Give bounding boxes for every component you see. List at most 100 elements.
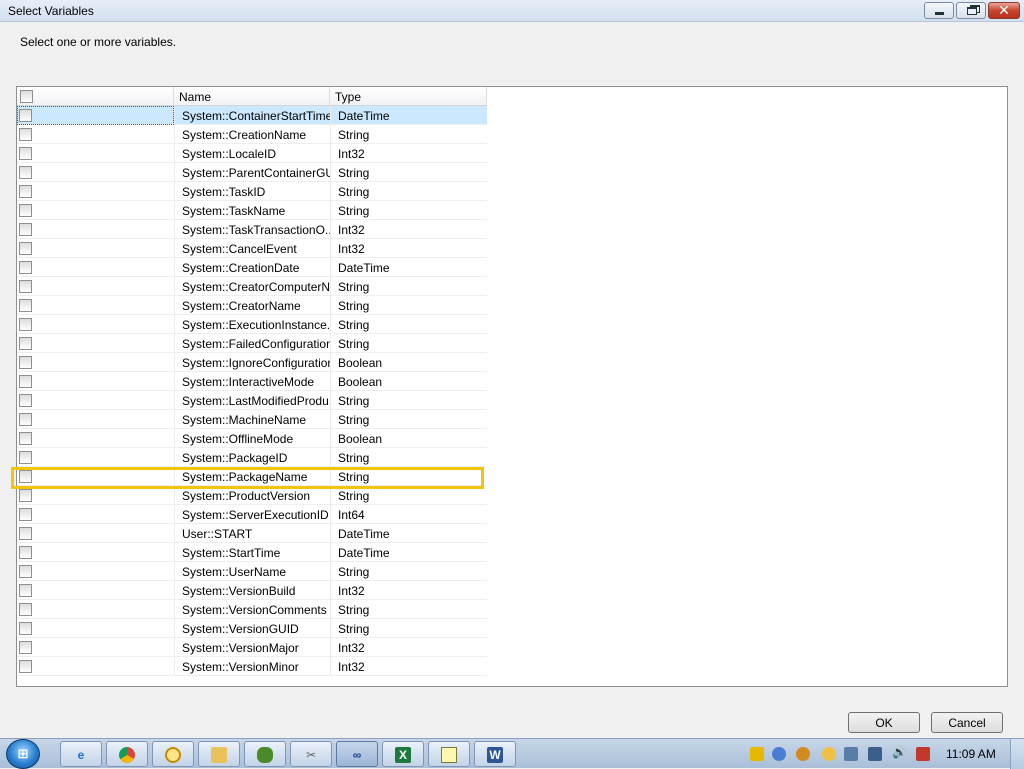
table-row[interactable]: System::ContainerStartTime DateTime bbox=[17, 106, 487, 125]
start-button[interactable]: ⊞ bbox=[6, 739, 40, 769]
row-checkbox[interactable] bbox=[19, 166, 32, 179]
row-checkbox[interactable] bbox=[19, 413, 32, 426]
table-row[interactable]: System::VersionComments String bbox=[17, 600, 487, 619]
variable-name: System::ProductVersion bbox=[174, 486, 330, 505]
header-select-all[interactable] bbox=[17, 87, 174, 106]
table-row[interactable]: System::IgnoreConfiguration... Boolean bbox=[17, 353, 487, 372]
taskbar-button-frog-app[interactable] bbox=[244, 741, 286, 767]
table-row[interactable]: System::VersionMinor Int32 bbox=[17, 657, 487, 676]
table-row[interactable]: System::OfflineMode Boolean bbox=[17, 429, 487, 448]
select-all-checkbox[interactable] bbox=[20, 90, 33, 103]
table-row[interactable]: System::TaskTransactionO... Int32 bbox=[17, 220, 487, 239]
row-checkbox[interactable] bbox=[19, 128, 32, 141]
row-checkbox[interactable] bbox=[19, 508, 32, 521]
taskbar-clock[interactable]: 11:09 AM bbox=[946, 747, 996, 761]
column-header-name[interactable]: Name bbox=[174, 87, 330, 106]
sync-icon[interactable] bbox=[772, 747, 786, 761]
table-row[interactable]: System::PackageName String bbox=[17, 467, 487, 486]
cancel-button[interactable]: Cancel bbox=[931, 712, 1003, 733]
row-checkbox[interactable] bbox=[19, 641, 32, 654]
variable-type: String bbox=[330, 562, 487, 581]
row-checkbox[interactable] bbox=[19, 375, 32, 388]
row-checkbox[interactable] bbox=[19, 109, 32, 122]
taskbar-button-tools[interactable]: ✂ bbox=[290, 741, 332, 767]
taskbar-button-visual-studio[interactable]: ∞ bbox=[336, 741, 378, 767]
taskbar-button-word[interactable]: W bbox=[474, 741, 516, 767]
taskbar-button-clock-app[interactable] bbox=[152, 741, 194, 767]
table-row[interactable]: System::UserName String bbox=[17, 562, 487, 581]
audio-manager-icon[interactable] bbox=[796, 747, 810, 761]
row-checkbox[interactable] bbox=[19, 204, 32, 217]
row-checkbox[interactable] bbox=[19, 185, 32, 198]
table-row[interactable]: System::ParentContainerGU... String bbox=[17, 163, 487, 182]
variable-name: System::CreationName bbox=[174, 125, 330, 144]
table-row[interactable]: System::StartTime DateTime bbox=[17, 543, 487, 562]
table-row[interactable]: System::CancelEvent Int32 bbox=[17, 239, 487, 258]
list-rows: System::ContainerStartTime DateTime System… bbox=[17, 106, 487, 676]
variable-name: System::TaskID bbox=[174, 182, 330, 201]
table-row[interactable]: System::ServerExecutionID Int64 bbox=[17, 505, 487, 524]
table-row[interactable]: System::ExecutionInstance... String bbox=[17, 315, 487, 334]
table-row[interactable]: System::LastModifiedProdu... String bbox=[17, 391, 487, 410]
table-row[interactable]: System::CreatorName String bbox=[17, 296, 487, 315]
table-row[interactable]: System::PackageID String bbox=[17, 448, 487, 467]
security-shield-icon[interactable] bbox=[750, 747, 764, 761]
row-checkbox[interactable] bbox=[19, 584, 32, 597]
network-icon[interactable] bbox=[868, 747, 882, 761]
row-checkbox[interactable] bbox=[19, 432, 32, 445]
table-row[interactable]: System::MachineName String bbox=[17, 410, 487, 429]
row-checkbox[interactable] bbox=[19, 147, 32, 160]
column-header-type[interactable]: Type bbox=[330, 87, 487, 106]
row-checkbox[interactable] bbox=[19, 489, 32, 502]
show-desktop-button[interactable] bbox=[1010, 739, 1024, 769]
row-checkbox[interactable] bbox=[19, 546, 32, 559]
minimize-button[interactable] bbox=[924, 2, 954, 19]
table-row[interactable]: System::CreatorComputerN... String bbox=[17, 277, 487, 296]
taskbar-button-excel[interactable]: X bbox=[382, 741, 424, 767]
row-checkbox[interactable] bbox=[19, 356, 32, 369]
table-row[interactable]: System::InteractiveMode Boolean bbox=[17, 372, 487, 391]
variable-type: String bbox=[330, 334, 487, 353]
row-checkbox[interactable] bbox=[19, 337, 32, 350]
clock-tray-icon[interactable] bbox=[822, 747, 836, 761]
table-row[interactable]: System::CreationName String bbox=[17, 125, 487, 144]
table-row[interactable]: System::VersionBuild Int32 bbox=[17, 581, 487, 600]
row-checkbox[interactable] bbox=[19, 660, 32, 673]
row-checkbox[interactable] bbox=[19, 280, 32, 293]
taskbar-button-internet-explorer[interactable]: e bbox=[60, 741, 102, 767]
table-row[interactable]: System::VersionGUID String bbox=[17, 619, 487, 638]
taskbar-button-file-explorer[interactable] bbox=[198, 741, 240, 767]
row-checkbox[interactable] bbox=[19, 451, 32, 464]
close-button[interactable]: ✕ bbox=[988, 2, 1020, 19]
row-check-cell[interactable] bbox=[17, 106, 174, 125]
volume-icon[interactable]: 🔊 bbox=[892, 745, 907, 759]
row-checkbox[interactable] bbox=[19, 603, 32, 616]
row-checkbox[interactable] bbox=[19, 565, 32, 578]
clock-app-icon bbox=[165, 747, 181, 763]
row-checkbox[interactable] bbox=[19, 527, 32, 540]
row-checkbox[interactable] bbox=[19, 223, 32, 236]
ok-button[interactable]: OK bbox=[848, 712, 920, 733]
taskbar-button-chrome[interactable] bbox=[106, 741, 148, 767]
action-center-flag-icon[interactable] bbox=[916, 747, 930, 761]
table-row[interactable]: System::TaskName String bbox=[17, 201, 487, 220]
variables-list[interactable]: Name Type System::ContainerStartTime Date… bbox=[16, 86, 1008, 687]
row-checkbox[interactable] bbox=[19, 622, 32, 635]
table-row[interactable]: System::FailedConfigurations String bbox=[17, 334, 487, 353]
table-row[interactable]: System::ProductVersion String bbox=[17, 486, 487, 505]
table-row[interactable]: System::LocaleID Int32 bbox=[17, 144, 487, 163]
row-checkbox[interactable] bbox=[19, 318, 32, 331]
taskbar-button-notepad[interactable] bbox=[428, 741, 470, 767]
maximize-button[interactable] bbox=[956, 2, 986, 19]
row-checkbox[interactable] bbox=[19, 299, 32, 312]
variable-type: String bbox=[330, 391, 487, 410]
table-row[interactable]: User::START DateTime bbox=[17, 524, 487, 543]
user-tray-icon[interactable] bbox=[844, 747, 858, 761]
row-checkbox[interactable] bbox=[19, 394, 32, 407]
table-row[interactable]: System::CreationDate DateTime bbox=[17, 258, 487, 277]
row-checkbox[interactable] bbox=[19, 261, 32, 274]
row-checkbox[interactable] bbox=[19, 470, 32, 483]
table-row[interactable]: System::VersionMajor Int32 bbox=[17, 638, 487, 657]
row-checkbox[interactable] bbox=[19, 242, 32, 255]
table-row[interactable]: System::TaskID String bbox=[17, 182, 487, 201]
